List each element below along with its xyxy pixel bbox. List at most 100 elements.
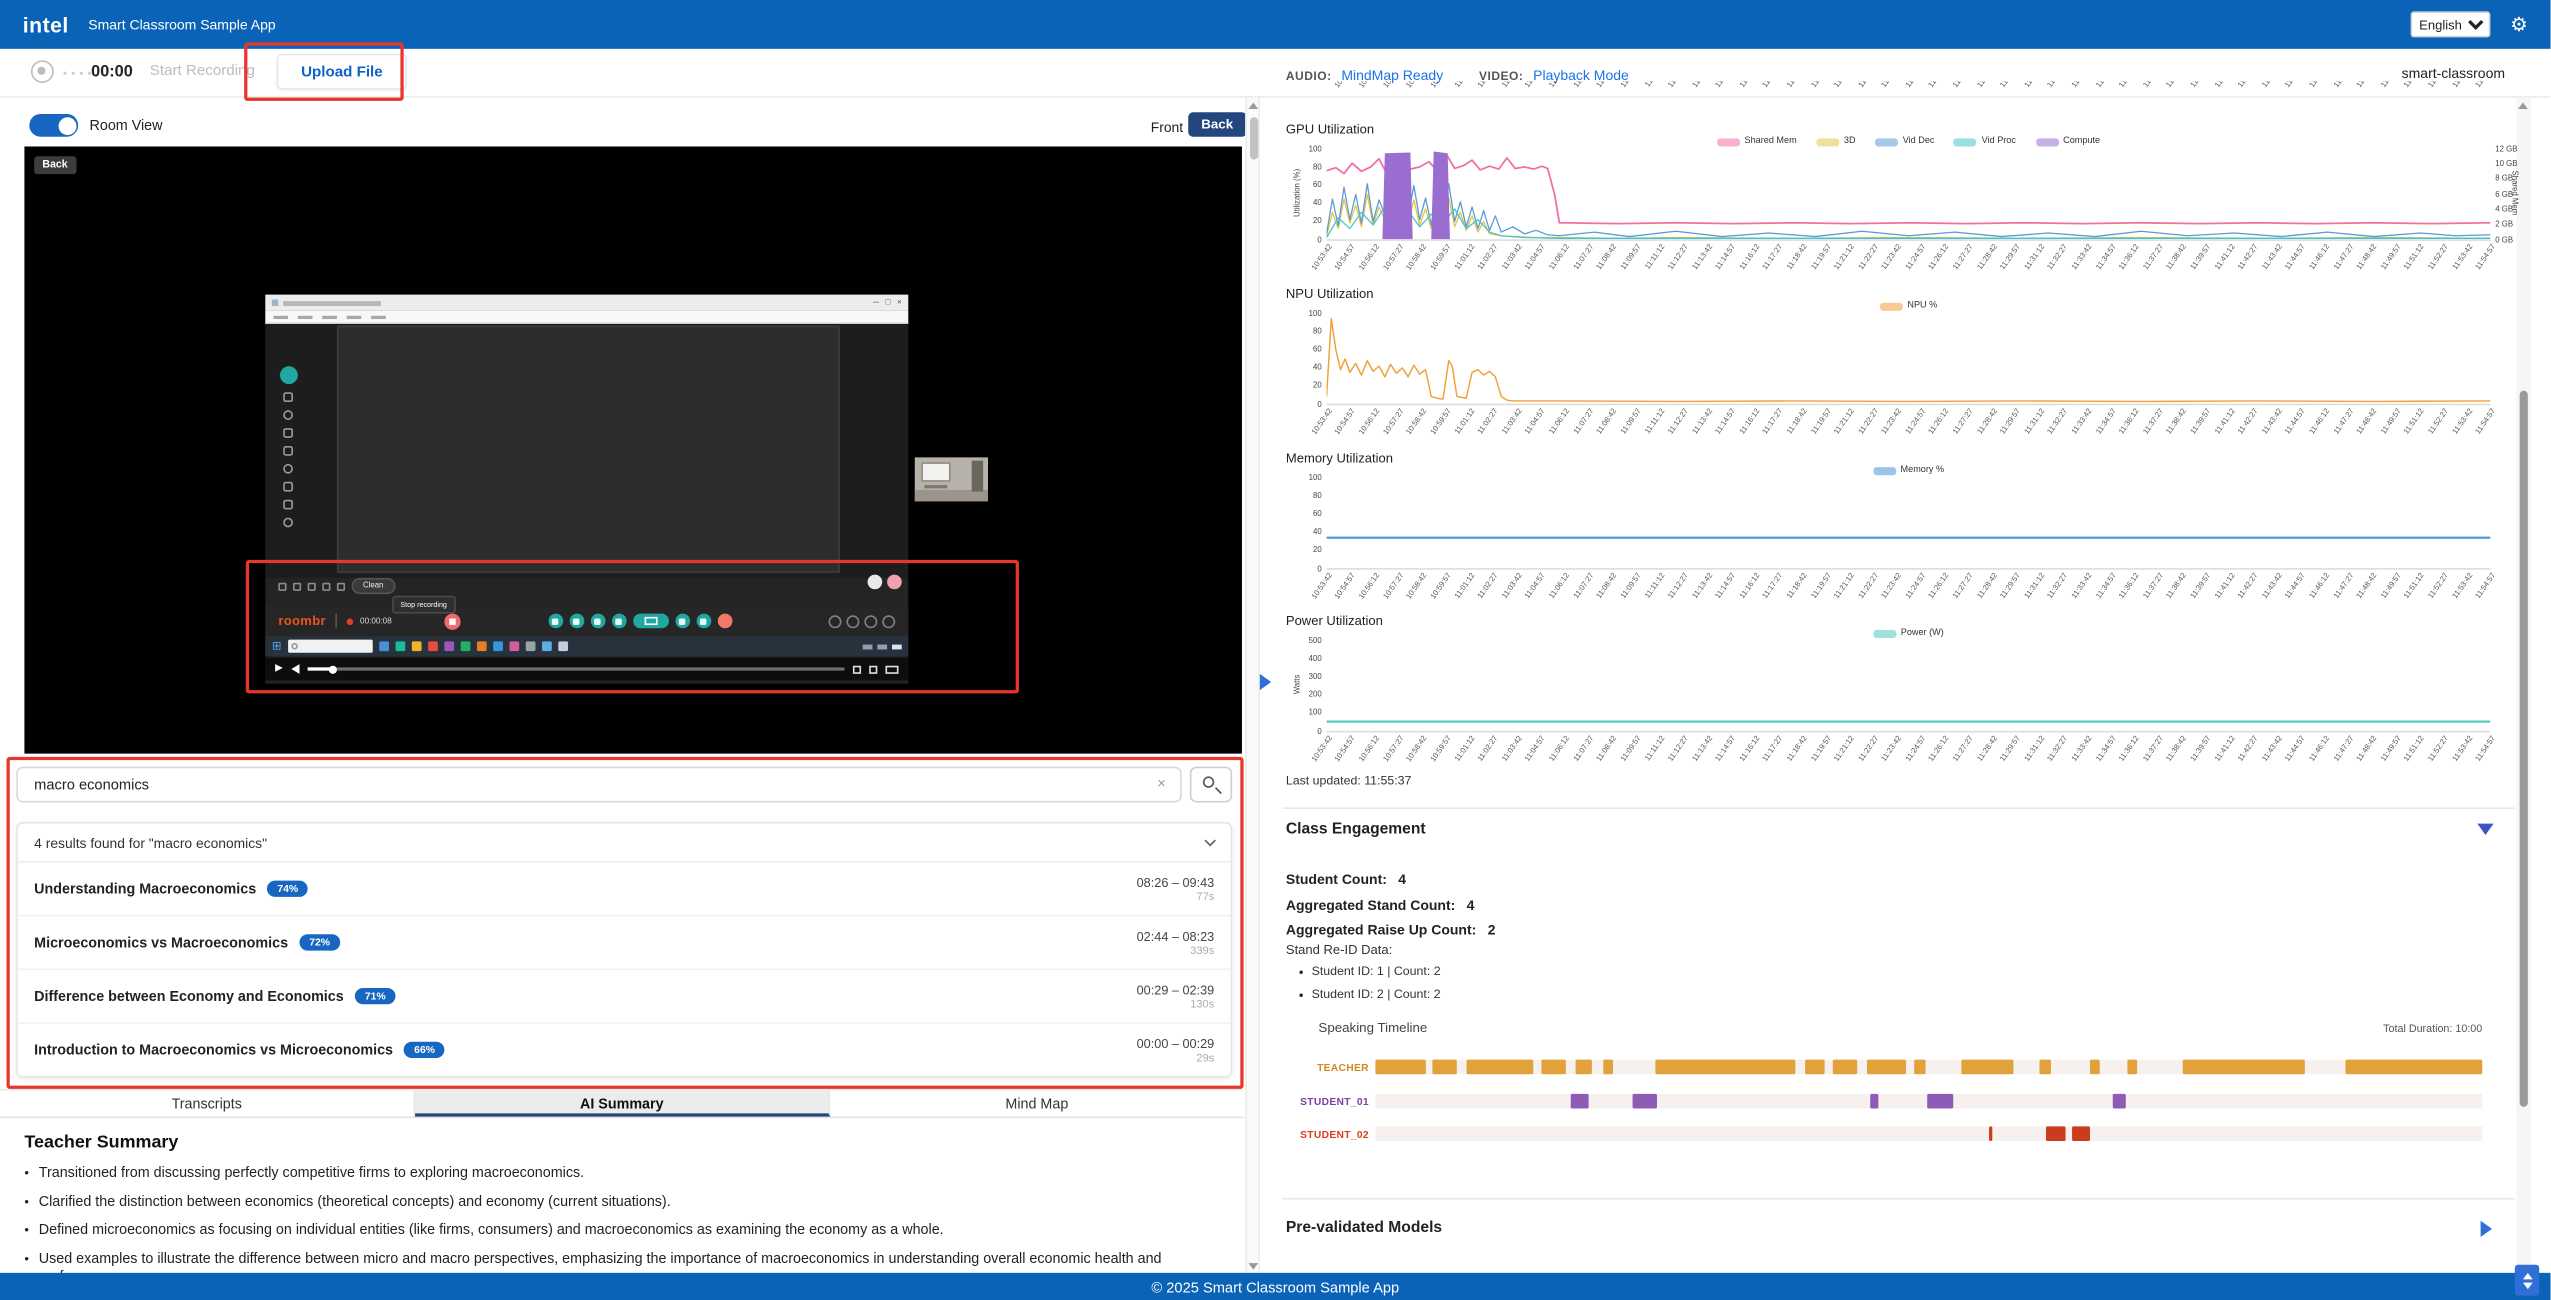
search-result-row[interactable]: Microeconomics vs Macroeconomics72%02:44… <box>18 916 1231 970</box>
play-icon[interactable]: ▶ <box>275 664 283 674</box>
search-result-row[interactable]: Introduction to Macroeconomics vs Microe… <box>18 1024 1231 1078</box>
results-summary-row[interactable]: 4 results found for "macro economics" <box>18 824 1231 863</box>
collapse-section-icon[interactable] <box>2477 824 2493 835</box>
zoom-out-icon[interactable] <box>322 582 330 590</box>
option-icon-3[interactable] <box>864 614 877 627</box>
scrollbar-thumb[interactable] <box>2519 391 2527 1107</box>
option-icon-1[interactable] <box>828 614 841 627</box>
undo-icon[interactable] <box>278 582 286 590</box>
taskbar-search-box[interactable] <box>288 640 373 653</box>
settings-button[interactable] <box>696 614 711 629</box>
share-button[interactable] <box>590 614 605 629</box>
tab-mind-map[interactable]: Mind Map <box>830 1091 1243 1117</box>
start-menu-icon[interactable]: ⊞ <box>272 640 282 651</box>
whiteboard-tool-icon[interactable] <box>283 500 293 510</box>
language-select[interactable]: English <box>2411 11 2491 37</box>
whiteboard-tool-icon[interactable] <box>283 392 293 402</box>
result-time: 00:29 – 02:39130s <box>1137 982 1215 1010</box>
search-result-row[interactable]: Difference between Economy and Economics… <box>18 970 1231 1024</box>
whiteboard-tool-icon[interactable] <box>283 410 293 420</box>
upload-file-button[interactable]: Upload File <box>277 54 407 90</box>
desktop-mode-button[interactable] <box>633 614 669 629</box>
scrollbar-thumb[interactable] <box>1249 117 1257 159</box>
divider <box>1283 807 2515 809</box>
expand-section-icon[interactable] <box>2481 1221 2492 1237</box>
whiteboard-tools <box>277 366 300 527</box>
redo-icon[interactable] <box>293 582 301 590</box>
whiteboard-tool-icon[interactable] <box>283 446 293 456</box>
room-video-player[interactable]: Back ─ □ × <box>24 146 1242 753</box>
scroll-jump-buttons[interactable] <box>2515 1265 2539 1296</box>
taskbar-app-icon[interactable] <box>379 641 389 651</box>
taskbar-app-icon[interactable] <box>542 641 552 651</box>
camera-button[interactable] <box>569 614 584 629</box>
page-add-button[interactable] <box>868 575 883 590</box>
whiteboard-image <box>921 462 950 482</box>
zoom-in-icon[interactable] <box>308 582 316 590</box>
whiteboard-tool-icon[interactable] <box>283 482 293 492</box>
bullet-icon: • <box>24 1192 29 1210</box>
front-camera-button[interactable]: Front <box>1143 115 1192 138</box>
taskbar-app-icon[interactable] <box>412 641 422 651</box>
page-close-button[interactable] <box>887 575 902 590</box>
legend-item: 3D <box>1816 137 1855 147</box>
annotate-button[interactable] <box>611 614 626 629</box>
taskbar-app-icon[interactable] <box>493 641 503 651</box>
tab-transcripts[interactable]: Transcripts <box>0 1091 415 1117</box>
bullet-text: Defined microeconomics as focusing on in… <box>39 1221 944 1239</box>
reid-list: •Student ID: 1 | Count: 2•Student ID: 2 … <box>1299 964 1441 1008</box>
start-recording-button[interactable]: Start Recording <box>150 62 255 78</box>
stop-recording-button[interactable] <box>444 613 460 629</box>
whiteboard-tool-icon[interactable] <box>283 428 293 438</box>
option-icon-2[interactable] <box>846 614 859 627</box>
seek-bar[interactable] <box>307 667 845 670</box>
clear-search-icon[interactable]: × <box>1157 773 1166 794</box>
gear-icon[interactable]: ⚙ <box>2510 15 2528 35</box>
minimize-icon[interactable]: ─ <box>873 295 879 311</box>
captions-icon[interactable] <box>853 665 861 673</box>
scroll-up-icon[interactable] <box>1248 103 1258 110</box>
taskbar-app-icon[interactable] <box>428 641 438 651</box>
fullscreen-icon[interactable] <box>885 665 898 673</box>
record-icon[interactable] <box>31 60 54 83</box>
scroll-up-icon[interactable] <box>2518 103 2528 110</box>
jump-top-icon[interactable] <box>2522 1272 2532 1279</box>
reid-text: Student ID: 2 | Count: 2 <box>1312 986 1441 1004</box>
whiteboard-tool-icon[interactable] <box>283 518 293 528</box>
option-icon-4[interactable] <box>882 614 895 627</box>
end-session-button[interactable] <box>717 614 732 629</box>
close-icon[interactable]: × <box>897 295 902 311</box>
legend-swatch <box>2035 138 2058 146</box>
chevron-down-icon[interactable] <box>1204 834 1216 846</box>
search-button[interactable] <box>1190 767 1232 803</box>
clean-button[interactable]: Clean <box>352 578 395 594</box>
taskbar-app-icon[interactable] <box>460 641 470 651</box>
taskbar-app-icon[interactable] <box>477 641 487 651</box>
search-input[interactable] <box>16 767 1181 803</box>
whiteboard-home-icon[interactable] <box>279 366 297 384</box>
room-view-toggle[interactable] <box>29 114 78 137</box>
speaker-label: STUDENT_01 <box>1283 1097 1369 1108</box>
left-panel-scrollbar[interactable] <box>1245 98 1260 1275</box>
taskbar-app-icon[interactable] <box>509 641 519 651</box>
panel-collapse-handle[interactable] <box>1260 674 1271 690</box>
settings-gear-icon[interactable] <box>869 665 877 673</box>
taskbar-app-icon[interactable] <box>526 641 536 651</box>
maximize-icon[interactable]: □ <box>886 295 891 311</box>
summary-bullet: •Defined microeconomics as focusing on i… <box>24 1221 1232 1239</box>
mic-button[interactable] <box>548 614 563 629</box>
whiteboard-tool-icon[interactable] <box>283 464 293 474</box>
taskbar-app-icon[interactable] <box>444 641 454 651</box>
search-result-row[interactable]: Understanding Macroeconomics74%08:26 – 0… <box>18 863 1231 917</box>
back-camera-button[interactable]: Back <box>1188 112 1246 136</box>
grid-icon[interactable] <box>337 582 345 590</box>
taskbar-app-icon[interactable] <box>558 641 568 651</box>
taskbar-app-icon[interactable] <box>395 641 405 651</box>
volume-icon[interactable] <box>291 664 299 674</box>
tab-ai-summary[interactable]: AI Summary <box>415 1091 830 1117</box>
search-results-card: 4 results found for "macro economics" Un… <box>16 822 1232 1078</box>
chart-legend: Power (W) <box>1327 628 2491 638</box>
jump-bottom-icon[interactable] <box>2522 1282 2532 1289</box>
participants-button[interactable] <box>675 614 690 629</box>
scroll-down-icon[interactable] <box>1248 1263 1258 1270</box>
